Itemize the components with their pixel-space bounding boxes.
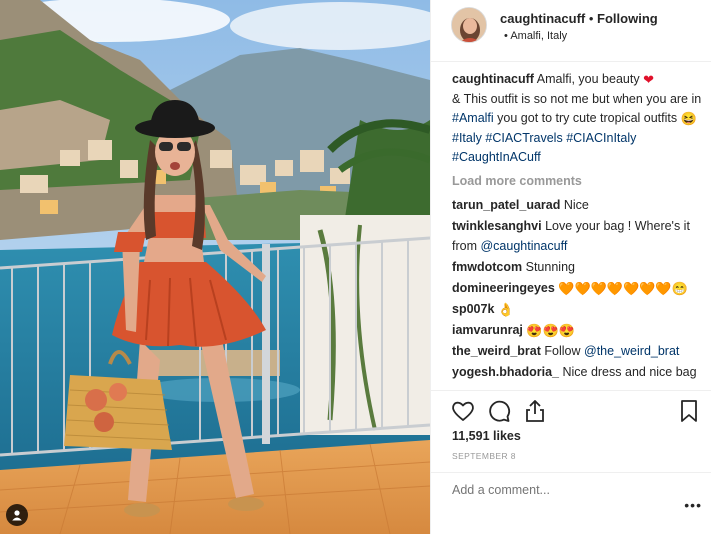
comment-emoji: 🧡🧡🧡🧡🧡🧡🧡😁 <box>558 280 688 296</box>
comment: twinklesanghvi Love your bag ! Where's i… <box>452 217 704 256</box>
comment-username[interactable]: domineeringeyes <box>452 281 555 295</box>
add-comment-input[interactable] <box>452 483 672 497</box>
avatar[interactable] <box>451 7 487 43</box>
comment-text: Stunning <box>525 259 575 274</box>
caption-text-2: & This outfit is so not me but when you … <box>452 91 702 106</box>
red-heart-emoji: ❤ <box>643 72 654 87</box>
action-bar <box>431 390 711 428</box>
comment: tarun_patel_uarad Nice <box>452 196 704 216</box>
comment-username[interactable]: iamvarunraj <box>452 323 523 337</box>
post-photo[interactable] <box>0 0 430 534</box>
comment-username[interactable]: fmwdotcom <box>452 260 522 274</box>
likes-count[interactable]: 11,591 likes <box>452 429 521 443</box>
header-line: caughtinacuff • Following <box>500 11 658 26</box>
hashtag[interactable]: #Italy <box>452 131 482 145</box>
hashtag-amalfi[interactable]: #Amalfi <box>452 111 494 125</box>
photo-illustration <box>0 0 430 534</box>
comment: domineeringeyes 🧡🧡🧡🧡🧡🧡🧡😁 <box>452 279 704 299</box>
hashtag[interactable]: #CaughtInACuff <box>452 150 541 164</box>
location-link[interactable]: Amalfi, Italy <box>510 30 567 42</box>
comment-text: Nice <box>563 198 589 212</box>
hashtag[interactable]: #CIACTravels <box>485 131 562 145</box>
comment: iamvarunraj 😍😍😍 <box>452 321 704 341</box>
comment-username[interactable]: yogesh.bhadoria_ <box>452 365 559 379</box>
post-details-panel: caughtinacuff • Following • Amalfi, Ital… <box>430 0 711 534</box>
comment-username[interactable]: sp007k <box>452 302 494 316</box>
caption-username[interactable]: caughtinacuff <box>452 72 534 86</box>
caption: caughtinacuff Amalfi, you beauty ❤ & Thi… <box>452 70 704 168</box>
user-tag-icon[interactable] <box>6 504 28 526</box>
bookmark-icon[interactable] <box>676 398 702 424</box>
comment: sp007k 👌 <box>452 300 704 320</box>
comment-username[interactable]: the_weird_brat <box>452 344 541 358</box>
comment-text: Follow <box>544 343 581 358</box>
grin-emoji: 😆 <box>680 111 697 126</box>
comment-icon[interactable] <box>486 398 512 424</box>
comment-emoji: 😍😍😍 <box>526 322 575 338</box>
caption-text-3: you got to try cute tropical outfits <box>497 111 678 125</box>
more-options-button[interactable]: ••• <box>684 497 702 513</box>
comment: the_weird_brat Follow @the_weird_brat <box>452 342 704 362</box>
comment-text: Nice dress and nice bag <box>562 364 697 379</box>
comment: fmwdotcom Stunning <box>452 258 704 278</box>
location-bullet: • <box>504 30 508 42</box>
hashtag[interactable]: #CIACInItaly <box>566 131 636 145</box>
caption-text-1: Amalfi, you beauty <box>536 72 640 86</box>
post-header: caughtinacuff • Following • Amalfi, Ital… <box>431 0 711 62</box>
load-more-comments-button[interactable]: Load more comments <box>452 172 704 192</box>
header-separator: • <box>588 11 594 26</box>
comment-mention[interactable]: @the_weird_brat <box>584 344 679 358</box>
comments-list[interactable]: caughtinacuff Amalfi, you beauty ❤ & Thi… <box>452 70 704 388</box>
add-comment-section: ••• <box>431 472 711 534</box>
share-icon[interactable] <box>522 398 548 424</box>
comment: yogesh.bhadoria_ Nice dress and nice bag <box>452 363 704 383</box>
location-line: • Amalfi, Italy <box>504 30 567 42</box>
comment-mention[interactable]: @caughtinacuff <box>480 239 567 253</box>
comment-username[interactable]: twinklesanghvi <box>452 219 542 233</box>
header-username[interactable]: caughtinacuff <box>500 11 585 26</box>
heart-icon[interactable] <box>450 398 476 424</box>
comment-username[interactable]: tarun_patel_uarad <box>452 198 560 212</box>
comment-emoji: 👌 <box>497 301 515 317</box>
post-date: SEPTEMBER 8 <box>452 451 516 461</box>
following-button[interactable]: Following <box>597 11 658 26</box>
